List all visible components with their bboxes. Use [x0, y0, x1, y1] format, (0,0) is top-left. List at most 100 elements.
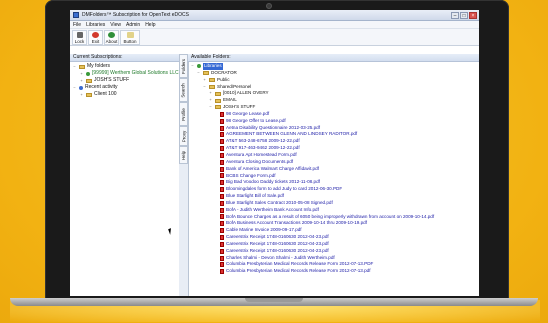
menu-file[interactable]: File — [73, 22, 81, 28]
file-item[interactable]: Cable Marine Invoice 2009-09-17.pdf — [190, 227, 479, 234]
file-item[interactable]: 98 George Offer to Lease.pdf — [190, 118, 479, 125]
tab-help[interactable]: Help — [179, 146, 188, 164]
file-item[interactable]: AGREEMENT BETWEEN GLENN AND LINDSEY RADI… — [190, 131, 479, 138]
window-title: DMFolders™ Subscription for OpenText eDO… — [82, 12, 189, 18]
tree-item-client-100[interactable]: + Client 100 — [72, 91, 179, 98]
lock-button[interactable]: Lock — [72, 30, 87, 45]
expand-icon[interactable]: + — [202, 77, 207, 84]
tab-search[interactable]: Search — [179, 78, 188, 102]
tree-item-werthem[interactable]: + [99999] Werthem Global Solutions LLC — [72, 70, 179, 77]
file-name: Blue Starlight Bill of Sale.pdf — [226, 193, 284, 199]
pdf-file-icon — [220, 235, 224, 241]
file-item[interactable]: AT&T 563-248-6758 2009-12-22.pdf — [190, 138, 479, 145]
file-item[interactable]: Aventura Apt Homestead Form.pdf — [190, 152, 479, 159]
file-item[interactable]: Blue Starlight Sales Contract 2010-05-08… — [190, 200, 479, 207]
collapse-icon[interactable]: − — [190, 63, 195, 70]
collapse-icon[interactable]: − — [202, 84, 207, 91]
tree-item-label: EMAIL — [223, 97, 237, 103]
pdf-file-icon — [220, 262, 224, 268]
file-item[interactable]: BofA Business Account Transactions 2009-… — [190, 220, 479, 227]
file-item[interactable]: Bank of America Walmart Charge Affidavit… — [190, 166, 479, 173]
collapse-icon[interactable]: − — [208, 104, 213, 111]
button-icon — [126, 32, 134, 38]
tree-item-docrator[interactable]: − DOCRATOR — [190, 70, 479, 77]
expand-icon[interactable]: + — [79, 91, 84, 98]
folders-pane: Available Folders: − Libraries − DOCRATO… — [188, 54, 479, 296]
tab-label: Search — [181, 82, 187, 98]
camera-icon — [266, 3, 272, 9]
folder-icon — [86, 92, 92, 97]
pdf-file-icon — [220, 125, 224, 131]
menu-view[interactable]: View — [110, 22, 121, 28]
exit-icon — [92, 32, 99, 38]
close-button[interactable]: × — [469, 11, 477, 19]
menu-libraries[interactable]: Libraries — [86, 22, 105, 28]
tree-item-shared-personel[interactable]: − Shared/Personel — [190, 84, 479, 91]
tree-item-allen-overy[interactable]: + [0010] ALLEN OVERY — [190, 90, 479, 97]
file-item[interactable]: Charles Shalmi - Devon Shalmi - Judith W… — [190, 255, 479, 262]
pdf-file-icon — [220, 248, 224, 254]
file-name: AT&T 917-463-9462 2009-12-22.pdf — [226, 145, 300, 151]
file-item[interactable]: 98 George Lease.pdf — [190, 111, 479, 118]
collapse-icon[interactable]: − — [72, 84, 77, 91]
toolbar: Lock Exit About Button — [70, 29, 479, 46]
file-item[interactable]: Careerstrix Receipt 1748-0160630 2012-04… — [190, 248, 479, 255]
tree-item-joshs-stuff[interactable]: − JOSH'S STUFF — [190, 104, 479, 111]
expand-icon[interactable]: + — [79, 77, 84, 84]
file-name: Careerstrix Receipt 1748-0160630 2012-04… — [226, 240, 329, 246]
expand-icon[interactable]: + — [208, 97, 213, 104]
pdf-file-icon — [220, 269, 224, 275]
file-item[interactable]: Bloomingdales form to add Judy to card 2… — [190, 186, 479, 193]
lock-icon — [76, 32, 83, 38]
tree-item-my-folders[interactable]: − My folders — [72, 63, 179, 70]
file-item[interactable]: Columbia Presbyterian Medical Records Re… — [190, 261, 479, 268]
file-item[interactable]: BofA Bounce Charges as a result of 6050 … — [190, 214, 479, 221]
minimize-button[interactable]: – — [451, 11, 459, 19]
expand-icon[interactable]: + — [79, 70, 84, 77]
file-item[interactable]: Careerstrix Receipt 1748-0160630 2012-04… — [190, 241, 479, 248]
collapse-icon[interactable]: − — [72, 63, 77, 70]
file-item[interactable]: BCBS Change Form.pdf — [190, 173, 479, 180]
file-item[interactable]: Blue Starlight Bill of Sale.pdf — [190, 193, 479, 200]
exit-button[interactable]: Exit — [88, 30, 103, 45]
collapse-icon[interactable]: − — [196, 70, 201, 77]
tree-item-label: DOCRATOR — [211, 69, 237, 75]
file-name: BofA - Judith Wertheim Bank Account Info… — [226, 206, 319, 212]
tree-item-public[interactable]: + Public — [190, 77, 479, 84]
folder-icon — [215, 91, 221, 96]
file-item[interactable]: BofA - Judith Wertheim Bank Account Info… — [190, 207, 479, 214]
expand-icon[interactable]: + — [208, 90, 213, 97]
tree-item-label: My folders — [87, 63, 111, 69]
file-item[interactable]: Careerstrix Receipt 1748-0160630 2012-04… — [190, 234, 479, 241]
folder-icon — [215, 98, 221, 103]
file-name: Big Bad Voodoo Daddy tickets 2012-11-08.… — [226, 179, 320, 185]
button-button[interactable]: Button — [120, 30, 140, 45]
tab-profile[interactable]: Profile — [179, 102, 188, 126]
menu-help[interactable]: Help — [145, 22, 155, 28]
tree-item-joshs-stuff[interactable]: + JOSH'S STUFF — [72, 77, 179, 84]
file-item[interactable]: Aetna Disability Questionnaire 2012-03-2… — [190, 125, 479, 132]
file-name: AT&T 563-248-6758 2009-12-22.pdf — [226, 138, 300, 144]
tree-item-email[interactable]: + EMAIL — [190, 97, 479, 104]
tab-folders[interactable]: Folders — [179, 54, 188, 78]
tree-item-libraries[interactable]: − Libraries — [190, 63, 479, 70]
menu-admin[interactable]: Admin — [126, 22, 140, 28]
file-item[interactable]: Aventura Closing Documents.pdf — [190, 159, 479, 166]
pdf-file-icon — [220, 214, 224, 220]
file-name: Charles Shalmi - Devon Shalmi - Judith W… — [226, 254, 335, 260]
app-window: DMFolders™ Subscription for OpenText eDO… — [70, 10, 479, 296]
tab-label: Help — [181, 150, 187, 160]
subscriptions-pane: Current Subscriptions: − My folders + [9… — [70, 54, 180, 296]
file-item[interactable]: AT&T 917-463-9462 2009-12-22.pdf — [190, 145, 479, 152]
tab-proxy[interactable]: Proxy — [179, 126, 188, 146]
pdf-file-icon — [220, 228, 224, 234]
tree-item-label: Shared/Personel — [217, 83, 252, 89]
clock-icon — [79, 85, 83, 90]
file-item[interactable]: Columbia Presbyterian Medical Records Re… — [190, 268, 479, 275]
maximize-button[interactable]: □ — [460, 11, 468, 19]
file-name: Bank of America Walmart Charge Affidavit… — [226, 165, 319, 171]
tree-item-recent-activity[interactable]: − Recent activity — [72, 84, 179, 91]
file-item[interactable]: Big Bad Voodoo Daddy tickets 2012-11-08.… — [190, 179, 479, 186]
about-button[interactable]: About — [104, 30, 119, 45]
pdf-file-icon — [220, 152, 224, 158]
